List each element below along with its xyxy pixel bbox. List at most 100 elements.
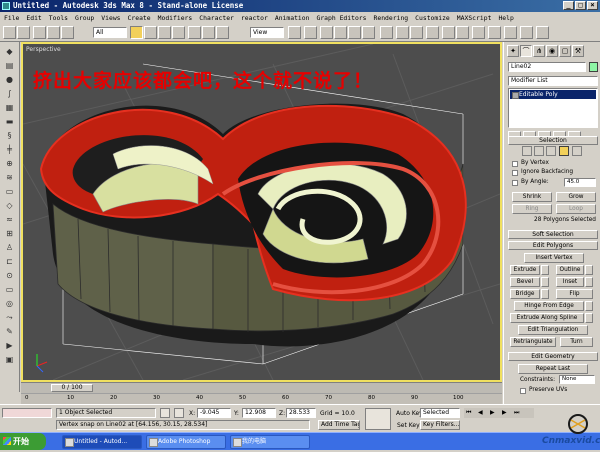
menu-customize[interactable]: Customize (415, 12, 450, 24)
menu-help[interactable]: Help (498, 12, 513, 24)
create-tab-icon[interactable]: ✦ (507, 45, 519, 57)
menu-create[interactable]: Create (128, 12, 151, 24)
link-icon[interactable] (33, 26, 46, 39)
maximize-button[interactable]: □ (575, 1, 586, 10)
start-button[interactable]: 开始 (0, 433, 46, 450)
render-scene-icon[interactable] (488, 26, 501, 39)
key-mode-icon[interactable] (365, 408, 391, 430)
select-manipulate-icon[interactable] (304, 26, 317, 39)
extrude-along-spline-button[interactable]: Extrude Along Spline (510, 313, 584, 323)
maxscript-listener-mini[interactable] (2, 408, 52, 418)
dashpot-icon[interactable]: ╪ (3, 144, 16, 156)
rope-collection-icon[interactable]: ∫ (3, 88, 16, 100)
insert-vertex-button[interactable]: Insert Vertex (524, 253, 584, 263)
deforming-mesh-icon[interactable]: ▦ (3, 102, 16, 114)
constraint-solver-icon[interactable]: ⊞ (3, 228, 16, 240)
track-bar[interactable]: 0 10 20 30 40 50 60 70 80 90 100 (21, 393, 502, 404)
analyze-world-icon[interactable]: ✎ (3, 326, 16, 338)
cloth-collection-icon[interactable]: ▤ (3, 60, 16, 72)
bind-spacewarp-icon[interactable] (61, 26, 74, 39)
taskbar-item-photoshop[interactable]: Adobe Photoshop (146, 435, 226, 449)
point-to-path-icon[interactable]: ⤳ (3, 312, 16, 324)
menu-modifiers[interactable]: Modifiers (158, 12, 193, 24)
wind-icon[interactable]: ≋ (3, 172, 16, 184)
inset-settings-button[interactable] (585, 277, 593, 287)
angle-spinner[interactable]: 45.0 (564, 178, 596, 187)
modifier-list-dropdown[interactable]: Modifier List (508, 76, 598, 86)
by-vertex-checkbox[interactable] (512, 161, 518, 167)
unlink-icon[interactable] (47, 26, 60, 39)
turn-button[interactable]: Turn (560, 337, 593, 347)
extrude-button[interactable]: Extrude (510, 265, 540, 275)
object-color-swatch[interactable] (589, 62, 598, 72)
motor-icon[interactable]: ⊕ (3, 158, 16, 170)
auto-key-button[interactable]: Auto Key (396, 410, 423, 417)
taskbar-item-3dsmax[interactable]: Untitled - Autod... (62, 435, 142, 449)
display-tab-icon[interactable]: ▢ (559, 45, 571, 57)
fracture-icon[interactable]: ◇ (3, 200, 16, 212)
spring-icon[interactable]: § (3, 130, 16, 142)
perspective-viewport[interactable]: Perspective 挤出大家应该都会吧，这个就不说了！ (21, 42, 502, 382)
menu-tools[interactable]: Tools (49, 12, 68, 24)
bridge-settings-button[interactable] (541, 289, 549, 299)
time-slider[interactable]: 0 / 100 (51, 384, 93, 392)
absolute-mode-icon[interactable] (174, 408, 184, 418)
material-editor-icon[interactable] (472, 26, 485, 39)
hinge-icon[interactable]: ⊏ (3, 256, 16, 268)
y-coordinate-field[interactable]: 12.908 (242, 408, 276, 418)
reference-coordinate-dropdown[interactable]: View (250, 27, 284, 38)
close-button[interactable]: × (587, 1, 598, 10)
outline-button[interactable]: Outline (556, 265, 584, 275)
plane-icon[interactable]: ▬ (3, 116, 16, 128)
window-crossing-icon[interactable] (172, 26, 185, 39)
grow-button[interactable]: Grow (556, 192, 596, 202)
taskbar-item-my-computer[interactable]: 我的电脑 (230, 435, 310, 449)
play-icon[interactable]: ▶ (490, 409, 495, 416)
edit-geometry-rollout-header[interactable]: Edit Geometry (508, 352, 598, 361)
preview-animation-icon[interactable]: ▶ (3, 340, 16, 352)
edit-polygons-rollout-header[interactable]: Edit Polygons (508, 241, 598, 250)
menu-edit[interactable]: Edit (26, 12, 41, 24)
select-object-icon[interactable] (130, 26, 143, 39)
menu-graph-editors[interactable]: Graph Editors (316, 12, 366, 24)
menu-character[interactable]: Character (199, 12, 234, 24)
percent-snap-icon[interactable] (348, 26, 361, 39)
time-slider-track[interactable]: 0 / 100 (21, 382, 502, 393)
car-wheel-icon[interactable]: ◎ (3, 298, 16, 310)
undo-icon[interactable] (3, 26, 16, 39)
layer-manager-icon[interactable] (426, 26, 439, 39)
hinge-from-edge-button[interactable]: Hinge From Edge (514, 301, 584, 311)
utilities-tab-icon[interactable]: ⚒ (572, 45, 584, 57)
previous-frame-icon[interactable]: ◀ (478, 409, 483, 416)
bevel-button[interactable]: Bevel (510, 277, 540, 287)
vertex-subobject-icon[interactable] (522, 146, 532, 156)
extrude-spline-settings-button[interactable] (585, 313, 593, 323)
shrink-button[interactable]: Shrink (512, 192, 552, 202)
stack-item-editable-poly[interactable]: Editable Poly (510, 90, 596, 99)
curve-editor-icon[interactable] (442, 26, 455, 39)
by-angle-checkbox[interactable] (512, 180, 518, 186)
flip-button[interactable]: Flip (556, 289, 593, 299)
rigid-body-collection-icon[interactable]: ◆ (3, 46, 16, 58)
mirror-icon[interactable] (396, 26, 409, 39)
menu-maxscript[interactable]: MAXScript (457, 12, 492, 24)
align-icon[interactable] (410, 26, 423, 39)
outline-settings-button[interactable] (585, 265, 593, 275)
select-by-name-icon[interactable] (144, 26, 157, 39)
bevel-settings-button[interactable] (541, 277, 549, 287)
hierarchy-tab-icon[interactable]: ⋔ (533, 45, 545, 57)
create-animation-icon[interactable]: ▣ (3, 354, 16, 366)
repeat-last-button[interactable]: Repeat Last (518, 364, 588, 374)
set-key-button[interactable]: Set Key (397, 422, 420, 429)
x-coordinate-field[interactable]: -9.045 (197, 408, 231, 418)
next-frame-icon[interactable]: ▶ (502, 409, 507, 416)
named-selection-icon[interactable] (380, 26, 393, 39)
render-type-icon[interactable] (520, 26, 533, 39)
retriangulate-button[interactable]: Retriangulate (510, 337, 556, 347)
go-to-end-icon[interactable]: ⏭ (514, 409, 519, 417)
toy-car-icon[interactable]: ▭ (3, 186, 16, 198)
polygon-subobject-icon[interactable] (559, 146, 569, 156)
border-subobject-icon[interactable] (546, 146, 556, 156)
key-selection-dropdown[interactable]: Selected (420, 408, 460, 418)
ring-button[interactable]: Ring (512, 204, 552, 214)
